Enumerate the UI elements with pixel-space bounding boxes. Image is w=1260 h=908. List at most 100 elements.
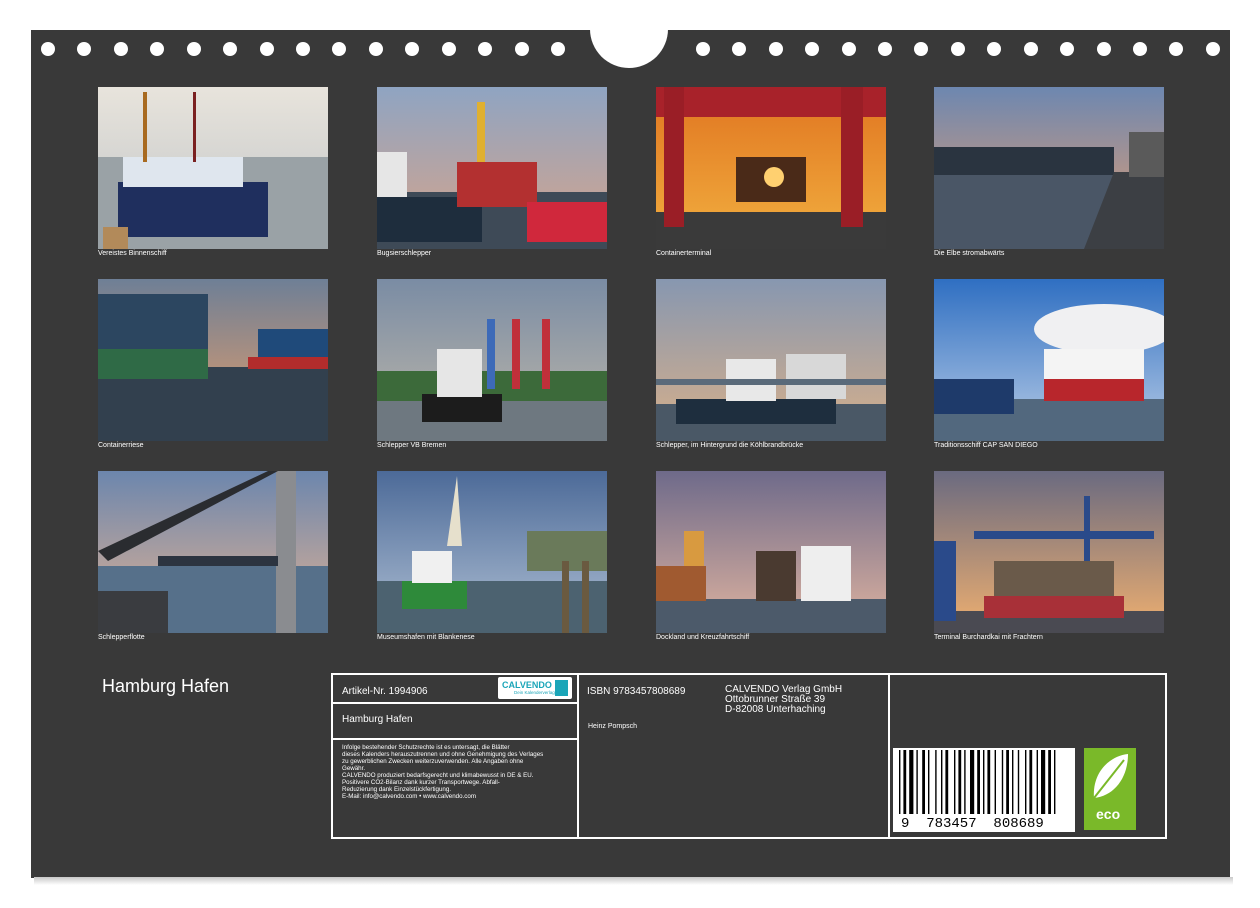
barcode-bar [928,750,930,814]
photo-tugs-koehlbrand [656,279,886,441]
photo-caption: Schlepperflotte [98,634,145,641]
binding-hole [478,42,492,56]
photo-tug-fleet [98,471,328,633]
binding-hole [369,42,383,56]
photo-container-giant [98,279,328,441]
article-number: Artikel-Nr. 1994906 [342,686,428,697]
barcode-bar [1017,750,1020,814]
legal-notice: Infolge bestehender Schutzrechte ist es … [342,744,544,800]
barcode-bar [1054,750,1056,814]
barcode-bar [909,750,914,814]
photo-burchardkai [934,471,1164,633]
binding-hole [878,42,892,56]
barcode-bar [1041,750,1046,814]
photo-dockland-cruise [656,471,886,633]
product-name: Hamburg Hafen [342,714,413,725]
calendar-back-cover: Vereistes Binnenschiff Bugsierschlepper … [31,0,1230,878]
publisher-address: CALVENDO Verlag GmbH Ottobrunner Straße 3… [725,684,843,715]
barcode-bar [935,750,937,814]
binding-hole [842,42,856,56]
binding-hole [551,42,565,56]
photo-caption: Dockland und Kreuzfahrtschiff [656,634,750,641]
binding-hole [515,42,529,56]
binding-hole [1133,42,1147,56]
photo-caption: Museumshafen mit Blankenese [377,634,475,641]
barcode-bar [1036,750,1038,814]
barcode-bar [899,750,901,814]
barcode-bar [916,750,918,814]
barcode-bar [922,750,925,814]
binding-hole [296,42,310,56]
eco-badge: eco [1084,748,1136,830]
barcode-bar [954,750,956,814]
barcode-bar [903,750,907,814]
binding-hole [1024,42,1038,56]
binding-hole [1169,42,1183,56]
barcode-bar [1012,750,1014,814]
photo-caption: Die Elbe stromabwärts [934,250,1005,257]
hanger-notch [590,0,668,68]
photo-frozen-barge [98,87,328,249]
binding-hole [77,42,91,56]
photo-caption: Traditionsschiff CAP SAN DIEGO [934,442,1038,449]
logo-mark-icon [555,680,568,696]
isbn: ISBN 9783457808689 [587,686,686,697]
binding-hole [914,42,928,56]
photo-caption: Containerterminal [656,250,712,257]
binding-hole [332,42,346,56]
binding-hole [223,42,237,56]
photo-cap-san-diego [934,279,1164,441]
photo-elbe-downstream [934,87,1164,249]
photo-caption: Schlepper VB Bremen [377,442,447,449]
binding-hole [696,42,710,56]
binding-hole [1206,42,1220,56]
photo-caption: Bugsierschlepper [377,250,432,257]
photo-museum-harbour [377,471,607,633]
binding-hole [732,42,746,56]
barcode-bar [1025,750,1027,814]
binding-hole [951,42,965,56]
barcode-bar [958,750,962,814]
photo-caption: Vereistes Binnenschiff [98,250,167,257]
binding-hole [41,42,55,56]
barcode-bar [1048,750,1051,814]
barcode-bar [1006,750,1009,814]
binding-hole [150,42,164,56]
barcode-bar [983,750,985,814]
calvendo-logo: CALVENDO Dein Kalenderverlag [498,677,572,699]
barcode-bar [1029,750,1033,814]
barcode-bar [977,750,980,814]
board-shadow [34,877,1233,885]
barcode: 9 783457 808689 [893,748,1075,832]
photo-tugboats [377,87,607,249]
photo-caption: Containerriese [98,442,144,449]
binding-hole [1060,42,1074,56]
binding-hole [805,42,819,56]
barcode-bar [945,750,949,814]
binding-hole [769,42,783,56]
barcode-bar [970,750,975,814]
binding-hole [442,42,456,56]
photo-caption: Terminal Burchardkai mit Frachtern [934,634,1043,641]
binding-hole [1097,42,1111,56]
barcode-bar [1001,750,1004,814]
logo-brand: CALVENDO [502,680,552,690]
photo-caption: Schlepper, im Hintergrund die Köhlbrandb… [656,442,804,449]
photo-container-terminal [656,87,886,249]
barcode-bar [994,750,996,814]
barcode-digits: 9 783457 808689 [901,816,1044,832]
author: Heinz Pompsch [588,723,638,730]
binding-hole [187,42,201,56]
barcode-bar [987,750,991,814]
leaf-icon [1093,754,1128,799]
binding-hole [260,42,274,56]
binding-hole [987,42,1001,56]
barcode-bar [941,750,943,814]
barcode-bar [964,750,966,814]
binding-hole [405,42,419,56]
calendar-title: Hamburg Hafen [102,676,230,696]
eco-label: eco [1096,806,1121,822]
logo-subtitle: Dein Kalenderverlag [514,690,555,695]
binding-hole [114,42,128,56]
photo-tug-vb-bremen [377,279,607,441]
